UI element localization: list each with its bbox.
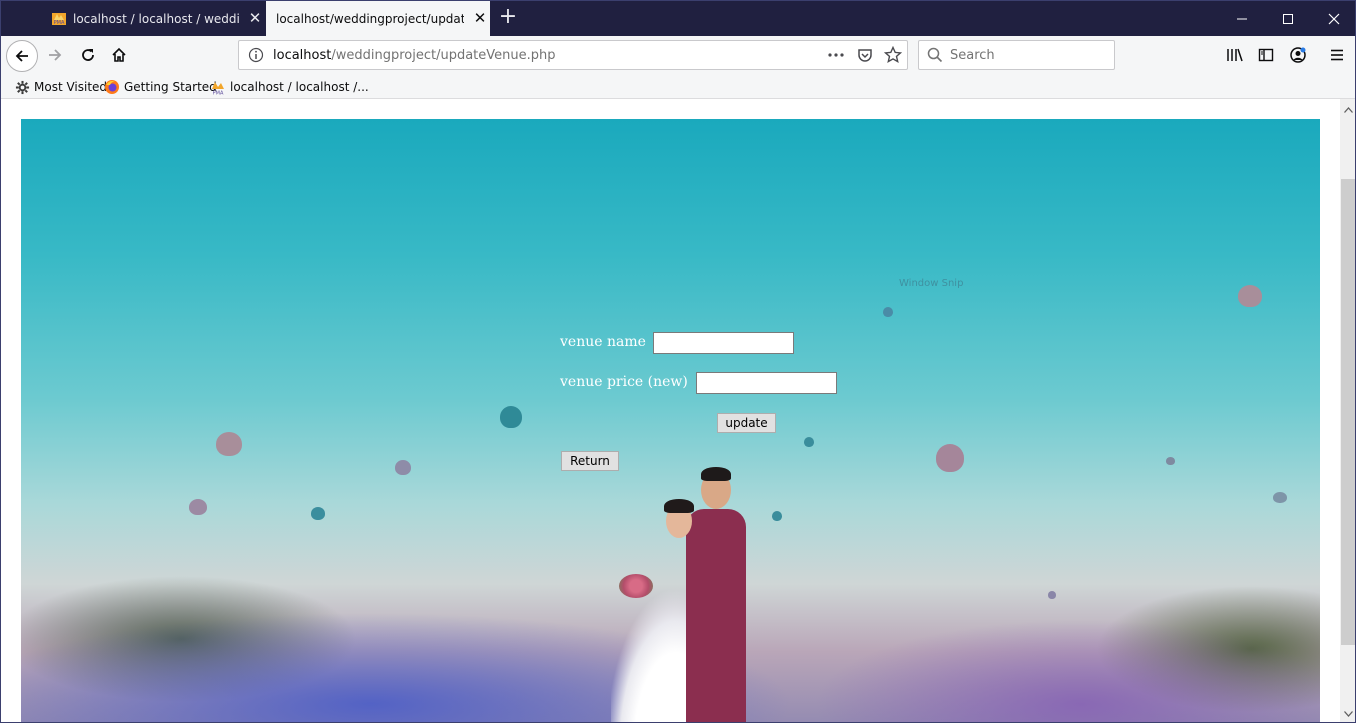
close-tab-icon[interactable]: ✕ — [472, 11, 488, 27]
svg-text:PMA: PMA — [213, 91, 224, 96]
reload-icon[interactable] — [76, 43, 100, 67]
update-button[interactable]: update — [717, 413, 776, 433]
bookmarks-toolbar: Most Visited Getting Started PMA localho… — [1, 74, 1355, 99]
groom-hair-image — [701, 467, 731, 481]
menu-icon[interactable] — [1325, 43, 1349, 67]
svg-text:PMA: PMA — [54, 20, 65, 26]
forward-arrow-icon[interactable] — [43, 43, 67, 67]
url-text: localhost/weddingproject/updateVenue.php — [273, 48, 556, 63]
balloon-image — [1273, 492, 1287, 503]
balloon-image — [311, 507, 325, 520]
close-window-icon[interactable] — [1311, 1, 1355, 36]
sidebar-icon[interactable] — [1254, 43, 1278, 67]
navigation-toolbar: localhost/weddingproject/updateVenue.php… — [1, 36, 1355, 74]
bookmark-label: Most Visited — [34, 80, 108, 94]
bookmark-label: localhost / localhost /... — [230, 80, 369, 94]
page-viewport: Window Snip venue name venue price (new)… — [1, 99, 1340, 722]
venue-price-label: venue price (new) — [560, 374, 688, 390]
bookmark-star-icon[interactable] — [883, 45, 903, 68]
bouquet-image — [619, 574, 653, 598]
url-host: localhost — [273, 47, 332, 63]
balloon-image — [189, 499, 207, 515]
balloon-image — [500, 406, 522, 428]
tab-phpmyadmin[interactable]: PMA localhost / localhost / weddingproje… — [41, 1, 265, 36]
bookmark-localhost[interactable]: PMA localhost / localhost /... — [210, 78, 369, 96]
pocket-icon[interactable] — [857, 47, 873, 67]
tab-update-venue[interactable]: localhost/weddingproject/updateVenue.php… — [266, 1, 490, 36]
venue-price-input[interactable] — [696, 372, 837, 394]
balloon-image — [1166, 457, 1175, 465]
venue-name-label: venue name — [560, 334, 646, 350]
bookmark-getting-started[interactable]: Getting Started — [104, 78, 217, 96]
tab-title: localhost/weddingproject/updateVenue.php — [276, 11, 464, 26]
phpmyadmin-icon: PMA — [210, 79, 226, 95]
balloon-image — [936, 444, 964, 472]
balloon-image — [1048, 591, 1056, 599]
search-icon — [927, 47, 943, 63]
info-icon[interactable] — [248, 47, 264, 67]
return-button[interactable]: Return — [561, 451, 619, 471]
balloon-image — [883, 307, 893, 317]
window-snip-overlay: Window Snip — [899, 278, 964, 289]
groom-suit-image — [686, 509, 746, 722]
library-icon[interactable] — [1223, 43, 1247, 67]
url-path: /weddingproject/updateVenue.php — [331, 47, 556, 63]
scroll-down-icon[interactable] — [1340, 705, 1355, 722]
browser-window: PMA localhost / localhost / weddingproje… — [0, 0, 1356, 723]
account-icon[interactable] — [1286, 43, 1310, 67]
tab-bar: PMA localhost / localhost / weddingproje… — [1, 1, 1355, 36]
balloon-image — [395, 460, 411, 475]
maximize-icon[interactable] — [1265, 1, 1311, 36]
search-input[interactable]: Search — [918, 40, 1115, 70]
balloon-image — [772, 511, 782, 521]
wedding-background-image: Window Snip venue name venue price (new)… — [21, 119, 1320, 722]
home-icon[interactable] — [107, 43, 131, 67]
bookmark-most-visited[interactable]: Most Visited — [14, 78, 107, 96]
close-tab-icon[interactable]: ✕ — [247, 11, 263, 27]
scrollbar-thumb[interactable] — [1341, 179, 1355, 645]
scroll-up-icon[interactable] — [1340, 101, 1355, 118]
gear-icon — [14, 79, 30, 95]
back-arrow-icon[interactable] — [6, 40, 38, 72]
firefox-icon — [104, 79, 120, 95]
search-placeholder: Search — [950, 47, 995, 63]
bookmark-label: Getting Started — [124, 80, 217, 94]
phpmyadmin-icon: PMA — [51, 11, 67, 27]
minimize-icon[interactable] — [1219, 1, 1265, 36]
balloon-image — [804, 437, 814, 447]
balloon-image — [1238, 285, 1262, 307]
balloon-image — [216, 432, 242, 456]
address-bar[interactable]: localhost/weddingproject/updateVenue.php — [238, 40, 908, 70]
bride-hair-image — [664, 499, 694, 513]
page-actions-icon[interactable] — [827, 47, 845, 67]
tab-title: localhost / localhost / weddingproject /… — [73, 11, 239, 26]
venue-name-input[interactable] — [653, 332, 794, 354]
new-tab-plus-icon[interactable]: + — [497, 6, 519, 29]
